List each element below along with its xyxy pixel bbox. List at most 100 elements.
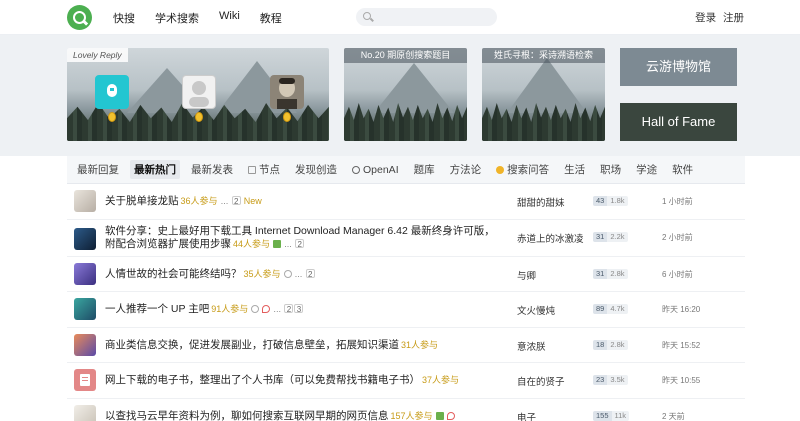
topic-title-line: 一人推荐一个 UP 主吧 91人参与 … 23 bbox=[105, 303, 505, 316]
last-replier[interactable]: 自在的贤子 bbox=[517, 374, 565, 388]
search-input[interactable] bbox=[376, 8, 491, 26]
hash-icon bbox=[248, 165, 256, 174]
tab-nodes[interactable]: 节点 bbox=[248, 162, 280, 177]
tab-search-qa[interactable]: 搜索问答 bbox=[496, 162, 549, 177]
nav-academic-search[interactable]: 学术搜索 bbox=[155, 10, 199, 26]
participant-count: 44人参与 bbox=[233, 238, 271, 249]
avatar[interactable] bbox=[74, 369, 96, 391]
last-reply-time: 昨天 15:52 bbox=[662, 340, 701, 350]
last-replier[interactable]: 文火慢炖 bbox=[517, 303, 555, 317]
avatar[interactable] bbox=[74, 333, 96, 356]
table-row[interactable]: 网上下载的电子书，整理出了个人书库（可以免费帮找书籍电子书） 37人参与 自在的贤… bbox=[67, 363, 745, 399]
avatar[interactable] bbox=[74, 298, 96, 320]
avatar[interactable] bbox=[74, 190, 96, 212]
table-row[interactable]: 人情世故的社会可能终结吗？ 35人参与 … 2 与卿 31 2.8k 6 小时前 bbox=[67, 257, 745, 292]
tab-latest-hot[interactable]: 最新热门 bbox=[130, 160, 180, 179]
reply-count: 31 bbox=[593, 268, 608, 279]
banner-card-lovely-reply[interactable]: Lovely Reply bbox=[67, 48, 329, 141]
tab-workplace[interactable]: 职场 bbox=[600, 162, 621, 177]
topic-title[interactable]: 商业类信息交换，促进发展副业，打破信息壁垒，拓展知识渠道 bbox=[105, 339, 399, 351]
pagination: … 2 bbox=[284, 238, 305, 251]
hall-of-fame-button[interactable]: Hall of Fame bbox=[620, 103, 737, 141]
reply-stats: 18 2.8k bbox=[593, 339, 628, 350]
hand-icon bbox=[251, 305, 260, 313]
openai-icon bbox=[352, 165, 360, 174]
reply-stats: 23 3.5k bbox=[593, 375, 628, 385]
winner-avatar-1 bbox=[95, 75, 129, 109]
hand-icon bbox=[283, 269, 292, 278]
tab-life[interactable]: 生活 bbox=[564, 162, 585, 177]
participant-count: 157人参与 bbox=[390, 410, 433, 421]
last-replier[interactable]: 甜甜的甜妹 bbox=[517, 195, 565, 209]
page-link[interactable]: 2 bbox=[284, 304, 294, 314]
tab-latest-posts[interactable]: 最新发表 bbox=[191, 162, 233, 177]
topic-list: 关于脱单接龙贴 36人参与… 2 New 甜甜的甜妹 43 1.8k 1 小时前 软件… bbox=[67, 184, 745, 421]
avatar[interactable] bbox=[74, 227, 96, 250]
medal-icon bbox=[108, 112, 116, 122]
topic-title[interactable]: 以查找马云早年资料为例，聊如何搜索互联网早期的网页信息 bbox=[105, 410, 389, 421]
main-nav: 快搜 学术搜索 Wiki 教程 bbox=[113, 10, 302, 26]
last-reply-time: 昨天 10:55 bbox=[662, 376, 701, 385]
table-row[interactable]: 一人推荐一个 UP 主吧 91人参与 … 23 文火慢炖 89 4.7k 昨天 16:… bbox=[67, 292, 745, 328]
banner-card-surname-search[interactable]: 姓氏寻根：采诗溯语检索 bbox=[482, 48, 605, 141]
table-row[interactable]: 关于脱单接龙贴 36人参与… 2 New 甜甜的甜妹 43 1.8k 1 小时前 bbox=[67, 184, 745, 220]
reply-count: 18 bbox=[593, 339, 608, 350]
topic-title[interactable]: 一人推荐一个 UP 主吧 bbox=[105, 303, 209, 315]
table-row[interactable]: 软件分享：史上最好用下载工具 Internet Download Manager… bbox=[67, 220, 745, 257]
tab-question-bank[interactable]: 题库 bbox=[414, 162, 435, 177]
search-icon bbox=[363, 12, 371, 20]
topic-title[interactable]: 网上下载的电子书，整理出了个人书库（可以免费帮找书籍电子书） bbox=[105, 374, 420, 386]
flame-icon bbox=[446, 411, 455, 420]
page-link[interactable]: 2 bbox=[305, 268, 315, 279]
topic-title-line: 人情世故的社会可能终结吗？ 35人参与 … 2 bbox=[105, 268, 505, 281]
participant-count: 36人参与 bbox=[180, 196, 218, 206]
topic-title[interactable]: 关于脱单接龙贴 bbox=[105, 195, 179, 207]
tab-discover-create[interactable]: 发现创造 bbox=[295, 162, 337, 177]
topic-title[interactable]: 人情世故的社会可能终结吗？ bbox=[105, 268, 242, 280]
register-link[interactable]: 注册 bbox=[723, 12, 744, 24]
image-icon bbox=[273, 239, 282, 248]
tab-study[interactable]: 学途 bbox=[636, 162, 657, 177]
page-link[interactable]: 2 bbox=[295, 238, 305, 249]
avatar[interactable] bbox=[74, 262, 96, 285]
last-replier[interactable]: 意浓朕 bbox=[517, 339, 546, 353]
banner-card-search-puzzle[interactable]: No.20 期原创搜索题目 bbox=[344, 48, 467, 141]
search-puzzle-title: No.20 期原创搜索题目 bbox=[344, 48, 467, 63]
table-row[interactable]: 商业类信息交换，促进发展副业，打破信息壁垒，拓展知识渠道 31人参与 意浓朕 18… bbox=[67, 328, 745, 363]
page-link[interactable]: 3 bbox=[294, 304, 304, 314]
last-reply-time: 2 天前 bbox=[662, 411, 685, 421]
nav-tutorial[interactable]: 教程 bbox=[260, 10, 282, 26]
winner-avatar-3 bbox=[270, 75, 304, 109]
login-link[interactable]: 登录 bbox=[695, 12, 716, 24]
nav-quick-search[interactable]: 快搜 bbox=[113, 10, 135, 26]
view-count: 2.2k bbox=[607, 231, 628, 242]
reply-stats: 31 2.8k bbox=[593, 268, 628, 279]
tab-software[interactable]: 软件 bbox=[672, 162, 693, 177]
last-replier[interactable]: 与卿 bbox=[517, 268, 536, 282]
table-row[interactable]: 以查找马云早年资料为例，聊如何搜索互联网早期的网页信息 157人参与 电子 155… bbox=[67, 399, 745, 421]
winner-avatar-2 bbox=[182, 75, 216, 109]
topic-tabs: 最新回复 最新热门 最新发表 节点 发现创造 OpenAI 题库 方法论 搜索问… bbox=[67, 156, 745, 184]
last-replier[interactable]: 赤道上的冰激凌 bbox=[517, 231, 584, 245]
nav-wiki[interactable]: Wiki bbox=[219, 10, 240, 26]
reply-count: 31 bbox=[593, 231, 608, 242]
view-count: 3.5k bbox=[607, 375, 628, 385]
view-count: 4.7k bbox=[607, 304, 628, 314]
reply-stats: 89 4.7k bbox=[593, 304, 628, 314]
avatar[interactable] bbox=[74, 404, 96, 421]
page-link[interactable]: 2 bbox=[231, 196, 241, 206]
topic-title-line: 以查找马云早年资料为例，聊如何搜索互联网早期的网页信息 157人参与 bbox=[105, 410, 505, 421]
view-count: 11k bbox=[611, 410, 630, 421]
lovely-reply-label: Lovely Reply bbox=[67, 48, 128, 62]
medal-icon bbox=[283, 112, 291, 122]
search-box[interactable] bbox=[356, 8, 497, 26]
tab-methodology[interactable]: 方法论 bbox=[450, 162, 482, 177]
site-logo[interactable] bbox=[67, 5, 92, 30]
last-replier[interactable]: 电子 bbox=[517, 410, 536, 421]
bitcoin-icon bbox=[496, 165, 505, 174]
tab-openai[interactable]: OpenAI bbox=[352, 164, 399, 176]
virtual-museum-button[interactable]: 云游博物馆 bbox=[620, 48, 737, 86]
reply-count: 23 bbox=[593, 375, 608, 385]
reply-stats: 155 11k bbox=[593, 410, 630, 421]
tab-latest-replies[interactable]: 最新回复 bbox=[77, 162, 119, 177]
